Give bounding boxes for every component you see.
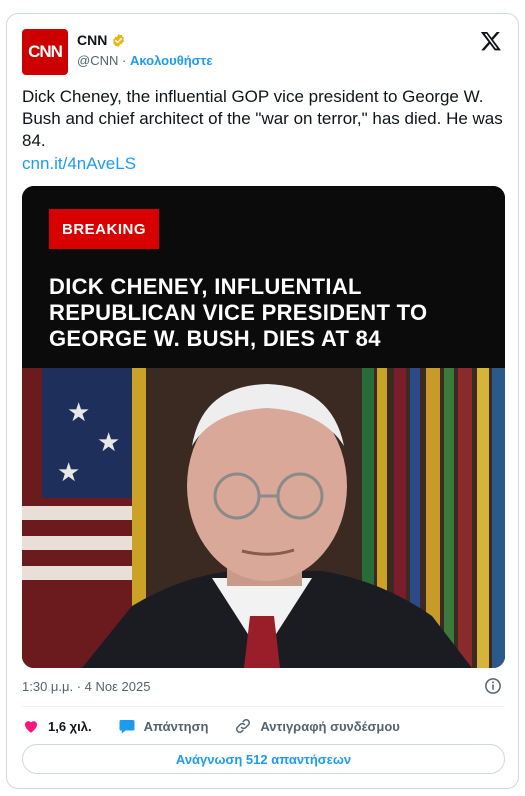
like-button[interactable]: 1,6 χιλ. <box>22 717 92 735</box>
tweet-text: Dick Cheney, the influential GOP vice pr… <box>22 87 503 150</box>
avatar[interactable]: CNN <box>22 29 68 75</box>
x-logo-icon[interactable] <box>480 30 502 52</box>
tweet-link[interactable]: cnn.it/4nAveLS <box>22 154 136 174</box>
svg-text:★: ★ <box>97 428 120 458</box>
read-replies-button[interactable]: Ανάγνωση 512 απαντήσεων <box>22 744 505 774</box>
reply-bubble-icon <box>119 720 135 734</box>
like-count: 1,6 χιλ. <box>48 718 92 734</box>
action-bar: 1,6 χιλ. Απάντηση Αντιγραφή συνδέσμου <box>22 714 400 738</box>
author-name-row: CNN <box>77 32 126 48</box>
tweet-image[interactable]: ★ ★ ★ BREAKING DICK CHENEY, INFLUENTIAL … <box>22 186 505 668</box>
follow-button[interactable]: Ακολουθήστε <box>130 53 213 68</box>
svg-text:★: ★ <box>67 398 90 428</box>
copy-link-button[interactable]: Αντιγραφή συνδέσμου <box>234 717 400 735</box>
separator: · <box>122 53 127 68</box>
breaking-badge: BREAKING <box>49 209 159 249</box>
link-icon <box>236 718 251 734</box>
divider <box>22 706 505 707</box>
handle-row: @CNN · Ακολουθήστε <box>77 53 213 68</box>
author-handle[interactable]: @CNN <box>77 53 118 68</box>
author-name[interactable]: CNN <box>77 32 107 48</box>
verified-badge-icon <box>113 33 125 47</box>
reply-label: Απάντηση <box>143 718 209 734</box>
timestamp[interactable]: 1:30 μ.μ. · 4 Νοε 2025 <box>22 679 150 694</box>
tweet-card: CNN CNN @CNN · Ακολουθήστε Dick Cheney, … <box>6 13 519 789</box>
reply-button[interactable]: Απάντηση <box>118 717 209 735</box>
copy-link-label: Αντιγραφή συνδέσμου <box>260 718 400 734</box>
info-icon[interactable] <box>484 677 502 695</box>
breaking-news-graphic: ★ ★ ★ <box>22 186 505 668</box>
heart-icon <box>25 721 37 733</box>
svg-text:★: ★ <box>57 458 80 488</box>
image-headline: DICK CHENEY, INFLUENTIAL REPUBLICAN VICE… <box>49 274 428 351</box>
